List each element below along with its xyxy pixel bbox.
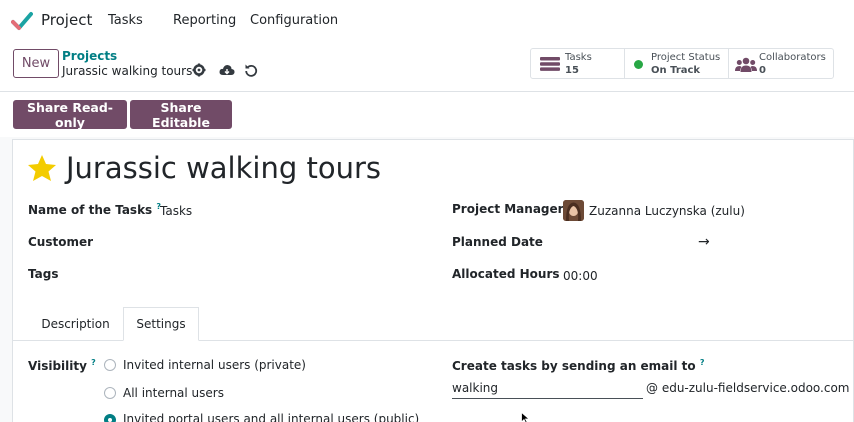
visibility-label: Visibility ? [28, 358, 96, 373]
share-editable-button[interactable]: Share Editable [130, 100, 232, 130]
project-status-value: On Track [651, 65, 701, 76]
planned-date-label: Planned Date [452, 235, 543, 249]
email-alias-label: Create tasks by sending an email to ? [452, 358, 705, 373]
top-navbar: Project Tasks Reporting Configuration [0, 0, 854, 41]
new-button[interactable]: New [13, 49, 59, 78]
project-title[interactable]: Jurassic walking tours [66, 151, 381, 185]
help-icon[interactable]: ? [700, 358, 705, 367]
name-of-tasks-label: Name of the Tasks ? [28, 202, 162, 217]
email-alias-input[interactable]: walking [452, 379, 643, 399]
menu-reporting[interactable]: Reporting [173, 13, 236, 28]
radio-public-label[interactable]: Invited portal users and all internal us… [123, 412, 419, 422]
smart-buttons: Tasks 15 Project Status On Track Collabo… [530, 48, 834, 79]
control-panel: New Projects Jurassic walking tours Task… [0, 41, 854, 92]
customer-label: Customer [28, 235, 94, 249]
radio-private-label[interactable]: Invited internal users (private) [123, 358, 306, 372]
project-manager-label: Project Manager [452, 202, 564, 216]
project-manager-value[interactable]: Zuzanna Luczynska (zulu) [589, 204, 745, 218]
collaborators-label: Collaborators [759, 52, 826, 63]
status-dot-icon [634, 60, 643, 69]
radio-private[interactable] [104, 359, 116, 371]
share-readonly-button[interactable]: Share Read-only [13, 100, 127, 130]
cloud-save-icon[interactable] [219, 63, 235, 77]
breadcrumb-current: Jurassic walking tours [62, 64, 193, 78]
radio-internal[interactable] [104, 387, 116, 399]
collaborators-value: 0 [759, 65, 766, 76]
menu-tasks[interactable]: Tasks [108, 13, 143, 28]
help-icon[interactable]: ? [91, 358, 96, 367]
gear-icon[interactable] [192, 63, 206, 77]
tasks-stat-button[interactable]: Tasks 15 [531, 49, 625, 78]
project-status-button[interactable]: Project Status On Track [625, 49, 729, 78]
date-range-arrow-icon: → [698, 234, 710, 250]
name-of-tasks-value[interactable]: Tasks [160, 204, 192, 218]
tags-label: Tags [28, 267, 59, 281]
tasks-icon [540, 57, 560, 71]
tasks-stat-value: 15 [565, 65, 579, 76]
radio-internal-label[interactable]: All internal users [123, 386, 224, 400]
menu-configuration[interactable]: Configuration [250, 13, 338, 28]
tab-settings[interactable]: Settings [123, 307, 199, 341]
radio-public[interactable] [104, 414, 116, 422]
users-icon [735, 57, 757, 72]
collaborators-button[interactable]: Collaborators 0 [729, 49, 833, 78]
breadcrumb-projects[interactable]: Projects [62, 49, 117, 63]
discard-icon[interactable] [244, 63, 258, 77]
avatar [563, 200, 584, 221]
allocated-hours-label: Allocated Hours [452, 267, 560, 281]
project-app-icon[interactable] [11, 11, 33, 31]
tab-description[interactable]: Description [29, 307, 122, 341]
app-name[interactable]: Project [41, 11, 92, 29]
favorite-star-icon[interactable] [27, 154, 57, 182]
mouse-pointer-icon [521, 412, 530, 422]
tasks-stat-label: Tasks [565, 52, 592, 63]
allocated-hours-value[interactable]: 00:00 [563, 269, 598, 283]
email-alias-domain: @ edu-zulu-fieldservice.odoo.com [646, 381, 850, 395]
project-status-label: Project Status [651, 52, 721, 63]
